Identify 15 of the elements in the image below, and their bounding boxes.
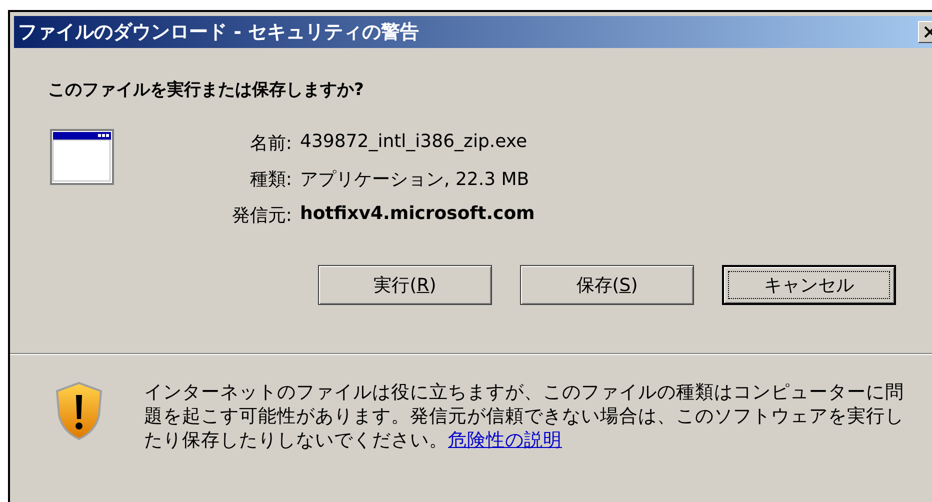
dialog-button[interactable]: 保存(S) bbox=[520, 265, 694, 305]
warning-shield-icon bbox=[54, 381, 104, 441]
application-window-icon bbox=[50, 129, 114, 185]
field-value: アプリケーション, 22.3 MB bbox=[300, 168, 530, 191]
field-value: 439872_intl_i386_zip.exe bbox=[300, 131, 528, 154]
field-label: 発信元: bbox=[230, 204, 292, 227]
field-label: 種類: bbox=[248, 168, 292, 191]
warning-text: インターネットのファイルは役に立ちますが、このファイルの種類はコンピューターに問題を起こす可能性があります。発信元が信頼できない場合は、このソフトウェアを実行したり保存したりしないでください。危険性の説明 bbox=[144, 381, 904, 453]
field-label: 名前: bbox=[248, 132, 292, 155]
dialog-button[interactable]: 実行(R) bbox=[318, 265, 492, 305]
risk-explanation-link[interactable]: 危険性の説明 bbox=[448, 430, 562, 451]
field-value: hotfixv4.microsoft.com bbox=[300, 203, 535, 226]
dialog-button[interactable]: キャンセル bbox=[722, 265, 896, 305]
window-title: ファイルのダウンロード - セキュリティの警告 bbox=[18, 20, 420, 45]
question-text: このファイルを実行または保存しますか? bbox=[48, 79, 365, 101]
